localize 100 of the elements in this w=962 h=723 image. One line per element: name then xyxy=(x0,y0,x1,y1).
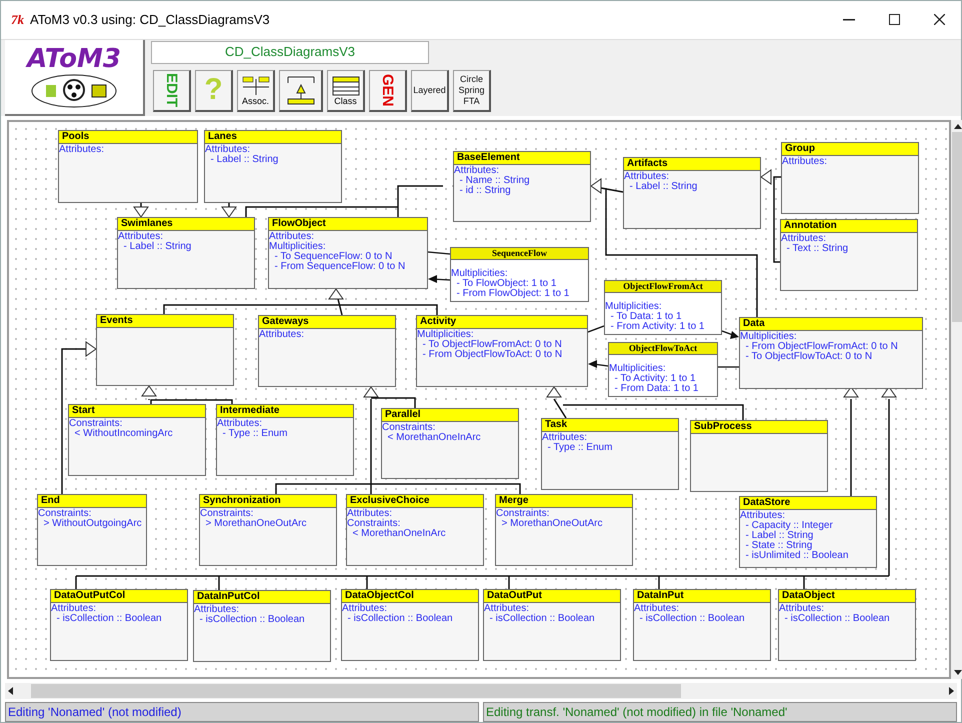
association-box[interactable]: ObjectFlowFromAct Multiplicities: - To Data: 1 to 1 - From Activity: 1 to 1 xyxy=(604,280,722,335)
tool-button[interactable]: GEN xyxy=(369,70,407,112)
vertical-scrollbar[interactable] xyxy=(951,120,962,680)
class-member-text: - isCollection :: Boolean xyxy=(638,614,746,624)
tool-button[interactable]: Class xyxy=(327,70,365,112)
formalism-name: CD_ClassDiagramsV3 xyxy=(151,40,429,64)
class-member-text: Attributes: xyxy=(782,156,828,167)
class-member-text: - Label :: String xyxy=(744,530,814,541)
class-box[interactable]: Annotation Attributes: - Text :: String xyxy=(780,218,918,291)
class-box[interactable]: Group Attributes: xyxy=(781,142,919,214)
class-box[interactable]: DataObjectCol Attributes: - isCollection :: Boolean xyxy=(341,588,479,661)
association-box[interactable]: SequenceFlow Multiplicities: - To FlowObject: 1 to 1 - From FlowObject: 1 to 1 xyxy=(450,246,589,302)
class-box[interactable]: Lanes Attributes: - Label :: String xyxy=(204,130,342,203)
class-box[interactable]: Gateways Attributes: xyxy=(258,314,396,387)
class-name: Pools xyxy=(59,130,197,144)
layout-button[interactable]: Circle Spring FTA xyxy=(453,70,491,112)
class-icon xyxy=(330,74,360,97)
class-box[interactable]: SubProcess xyxy=(690,420,828,492)
class-member-text: - Name :: String xyxy=(458,176,531,186)
class-member-text: Attributes: xyxy=(342,604,388,614)
close-icon[interactable] xyxy=(934,14,945,26)
class-member-text: Attributes: xyxy=(781,234,826,244)
class-member-text: - Type :: Enum xyxy=(222,428,288,439)
class-box[interactable]: DataOutPut Attributes: - isCollection :: Boolean xyxy=(483,588,621,661)
class-box[interactable]: DataOutPutCol Attributes: - isCollection :: Boolean xyxy=(50,588,188,661)
class-box[interactable]: ExclusiveChoice Attributes: Constraints: < MorethanOneInArc xyxy=(346,494,484,566)
class-member-text: - id :: String xyxy=(458,186,511,196)
class-box[interactable]: Data Multiplicities: - From ObjectFlowFromAct: 0 to N - To ObjectFlowToAct: 0 to N xyxy=(739,316,923,389)
association-arrow xyxy=(588,360,608,368)
class-member-text: Attributes: xyxy=(59,144,106,155)
class-name: Swimlanes xyxy=(118,218,254,231)
inheritance-arrow xyxy=(221,202,237,218)
class-member-text: - Type :: Enum xyxy=(546,442,614,453)
class-member-text: Attributes: xyxy=(51,604,96,614)
class-box[interactable]: Merge Constraints: > MorethanOneOutArc xyxy=(495,494,633,566)
class-member-text: Multiplicities: xyxy=(740,332,797,342)
class-member-text: - From Data: 1 to 1 xyxy=(614,384,700,394)
logo-text: AToM3 xyxy=(27,44,121,73)
class-member-text: Multiplicities: xyxy=(609,364,666,374)
class-member-text: < MorethanOneInArc xyxy=(386,432,482,443)
class-member-text: - Text :: String xyxy=(786,244,850,254)
association-line xyxy=(428,251,450,254)
class-member-text: Attributes: xyxy=(217,418,264,429)
class-box[interactable]: Pools Attributes: xyxy=(58,130,198,203)
app-icon: 7k xyxy=(11,10,24,30)
class-member-text: - To Activity: 1 to 1 xyxy=(614,374,697,384)
class-box[interactable]: Start Constraints: < WithoutIncomingArc xyxy=(68,404,206,476)
class-name: Artifacts xyxy=(624,158,760,171)
class-member-text: Attributes: xyxy=(484,604,530,614)
class-member-text: Attributes: xyxy=(624,172,670,182)
class-member-text: - To Data: 1 to 1 xyxy=(610,312,683,322)
class-box[interactable]: Swimlanes Attributes: - Label :: String xyxy=(117,216,255,289)
association-line xyxy=(588,325,604,332)
association-arrow xyxy=(722,330,739,339)
tool-button[interactable]: Assoc. xyxy=(237,70,275,112)
status-text: Editing transf. 'Nonamed' (not modified) in file 'Nonamed' xyxy=(483,702,957,722)
class-member-text: Attributes: xyxy=(542,432,588,443)
class-name: Events xyxy=(97,314,233,328)
class-member-text: - From ObjectFlowFromAct: 0 to N xyxy=(746,342,899,352)
class-name: DataInPutCol xyxy=(194,590,330,604)
inheritance-button[interactable] xyxy=(279,70,323,112)
class-member-text: Attributes: xyxy=(269,232,314,242)
horizontal-scrollbar[interactable] xyxy=(5,683,957,699)
class-box[interactable]: End Constraints: > WithoutOutgoingArc xyxy=(37,494,147,566)
class-box[interactable]: FlowObject Attributes: Multiplicities: - To SequenceFlow: 0 to N - From SequenceFlow: 0 to N xyxy=(268,216,428,289)
class-box[interactable]: Activity Multiplicities: - To ObjectFlowFromAct: 0 to N - From ObjectFlowToAct: 0 to N xyxy=(416,314,588,387)
class-box[interactable]: Intermediate Attributes: - Type :: Enum xyxy=(216,404,354,476)
association-name: SequenceFlow xyxy=(451,248,588,260)
class-box[interactable]: DataStore Attributes: - Capacity :: Integer - Label :: String - State :: String - isUnlimited :: Boolean xyxy=(739,496,877,568)
class-box[interactable]: BaseElement Attributes: - Name :: String - id :: String xyxy=(453,150,591,222)
scroll-thumb[interactable] xyxy=(31,684,681,698)
class-member-text: > MorethanOneOutArc xyxy=(500,518,604,529)
status-text: Editing 'Nonamed' (not modified) xyxy=(5,702,479,722)
class-box[interactable]: Task Attributes: - Type :: Enum xyxy=(541,418,679,490)
association-box[interactable]: ObjectFlowToAct Multiplicities: - To Activity: 1 to 1 - From Data: 1 to 1 xyxy=(608,342,718,397)
class-box[interactable]: DataObject Attributes: - isCollection :: Boolean xyxy=(778,588,916,661)
class-box[interactable]: Events xyxy=(96,314,234,386)
class-box[interactable]: Parallel Constraints: < MorethanOneInArc xyxy=(381,408,519,479)
class-member-text: Attributes: xyxy=(740,510,786,521)
class-member-text: - Capacity :: Integer xyxy=(744,520,834,531)
scroll-thumb[interactable] xyxy=(952,132,962,322)
class-member-text: > WithoutOutgoingArc xyxy=(42,518,143,529)
class-box[interactable]: DataInPut Attributes: - isCollection :: Boolean xyxy=(633,588,771,661)
class-box[interactable]: DataInPutCol Attributes: - isCollection :: Boolean xyxy=(193,590,331,662)
class-member-text: Attributes: xyxy=(634,604,680,614)
minimize-icon[interactable] xyxy=(843,18,855,21)
class-member-text: Multiplicities: xyxy=(605,302,663,312)
class-box[interactable]: Artifacts Attributes: - Label :: String xyxy=(623,156,761,229)
class-member-text: - isCollection :: Boolean xyxy=(784,614,891,624)
class-member-text: - To ObjectFlowFromAct: 0 to N xyxy=(422,340,563,350)
class-member-text: Constraints: xyxy=(200,508,254,519)
class-name: Gateways xyxy=(259,316,395,329)
class-box[interactable]: Synchronization Constraints: > MorethanOneOutArc xyxy=(199,494,337,566)
class-member-text: Constraints: xyxy=(382,422,436,433)
class-member-text: Constraints: xyxy=(69,418,122,429)
maximize-icon[interactable] xyxy=(889,14,900,26)
class-member-text: < WithoutIncomingArc xyxy=(74,428,174,439)
layout-button[interactable]: Layered xyxy=(411,70,449,112)
class-member-text: - isCollection :: Boolean xyxy=(56,614,163,624)
class-member-text: > MorethanOneOutArc xyxy=(204,518,308,529)
